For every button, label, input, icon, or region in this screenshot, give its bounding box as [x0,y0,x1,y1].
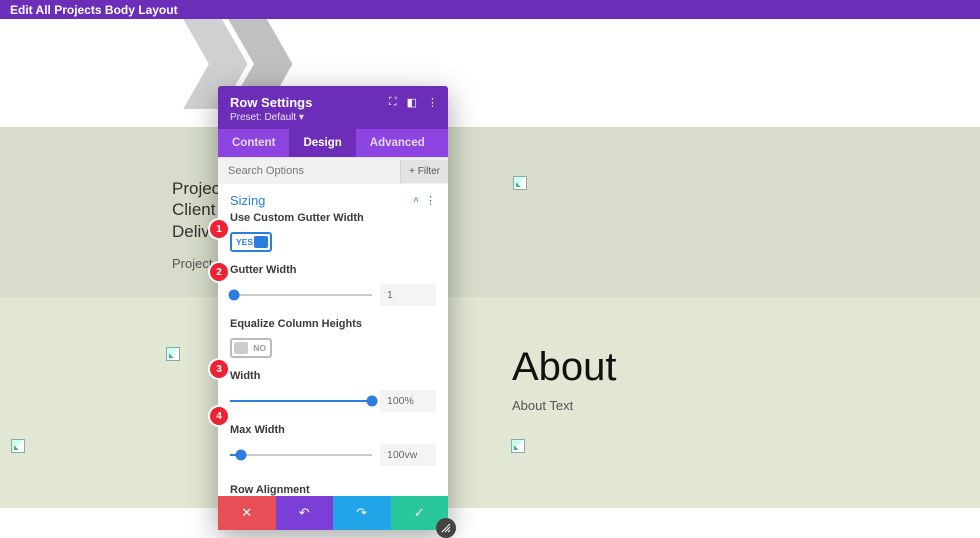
tab-advanced[interactable]: Advanced [356,129,439,157]
input-max-width[interactable] [380,444,436,466]
about-text: About Text [512,398,573,413]
field-width: Width [218,370,448,424]
broken-image-icon [166,347,180,361]
slider-max-width[interactable] [230,454,372,456]
modal-footer: ✕ ↶ ↷ ✓ [218,496,448,530]
field-max-width: Max Width [218,424,448,478]
redo-button[interactable]: ↷ [333,496,391,530]
section-sizing[interactable]: Sizing ˄ ⋮ [218,184,448,212]
toggle-custom-gutter[interactable]: YES [230,232,272,252]
annotation-badge: 4 [210,407,228,425]
columns-icon[interactable]: ◧ [407,96,417,109]
project-line: Projec [172,178,223,199]
white-band [0,19,980,127]
input-width[interactable] [380,390,436,412]
more-icon[interactable]: ⋮ [427,96,438,109]
toggle-label: NO [249,343,270,353]
modal-tabs: Content Design Advanced [218,129,448,157]
search-row: + Filter [218,157,448,184]
resize-handle[interactable] [436,518,456,538]
project-line: Client [172,199,223,220]
field-label: Equalize Column Heights [230,318,436,330]
field-label: Gutter Width [230,264,436,276]
annotation-badge: 3 [210,360,228,378]
top-bar: Edit All Projects Body Layout [0,0,980,19]
cancel-button[interactable]: ✕ [218,496,276,530]
field-label: Max Width [230,424,436,436]
toggle-equalize[interactable]: NO [230,338,272,358]
section-title: Sizing [230,193,265,208]
broken-image-icon [511,439,525,453]
input-gutter-width[interactable] [380,284,436,306]
field-label: Use Custom Gutter Width [230,212,436,224]
field-label: Width [230,370,436,382]
slider-width[interactable] [230,400,372,402]
modal-preset[interactable]: Preset: Default ▾ [230,112,436,123]
expand-icon[interactable]: ⛶ [389,96,397,109]
toggle-knob [254,236,268,248]
broken-image-icon [11,439,25,453]
slider-gutter-width[interactable] [230,294,372,296]
section-more-icon[interactable]: ⋮ [425,194,436,207]
top-bar-title: Edit All Projects Body Layout [10,3,178,17]
filter-button[interactable]: + Filter [400,160,448,183]
field-gutter-width: Gutter Width [218,264,448,318]
about-heading: About [512,345,617,390]
field-custom-gutter: Use Custom Gutter Width YES [218,212,448,264]
tab-content[interactable]: Content [218,129,289,157]
row-settings-modal: Row Settings Preset: Default ▾ ⛶ ◧ ⋮ Con… [218,86,448,530]
search-input[interactable] [218,158,400,184]
field-row-alignment: Row Alignment [218,478,448,496]
toggle-knob [234,342,248,354]
modal-header[interactable]: Row Settings Preset: Default ▾ ⛶ ◧ ⋮ [218,86,448,129]
tab-design[interactable]: Design [289,129,355,157]
field-equalize: Equalize Column Heights NO [218,318,448,370]
chevron-up-icon[interactable]: ˄ [413,195,419,206]
annotation-badge: 2 [210,263,228,281]
gray-band [0,127,980,297]
undo-button[interactable]: ↶ [276,496,334,530]
annotation-badge: 1 [210,220,228,238]
broken-image-icon [513,176,527,190]
